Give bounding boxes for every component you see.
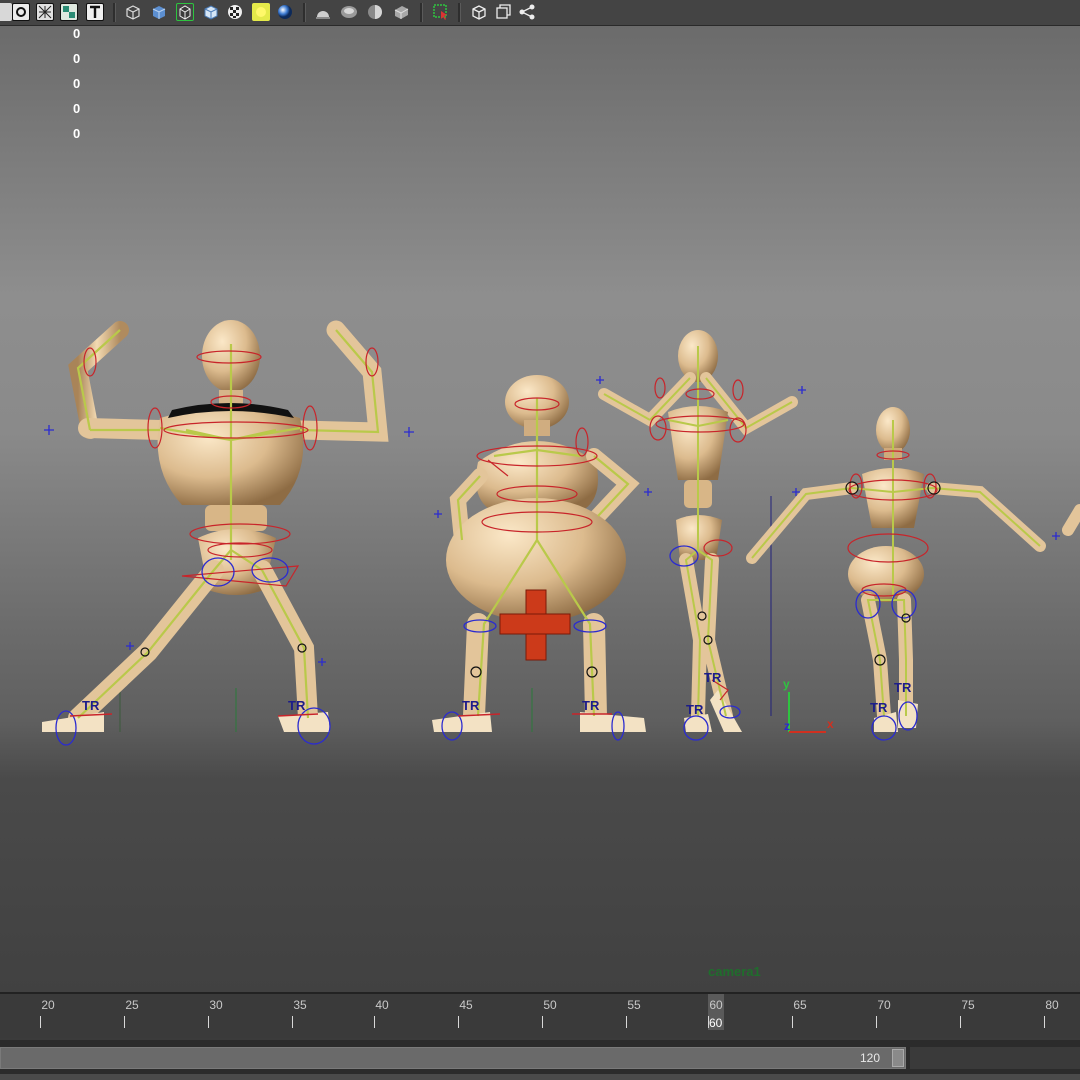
axis-label-y: y xyxy=(783,677,790,691)
range-slider-handle[interactable] xyxy=(892,1049,904,1067)
timeline-tick-label: 70 xyxy=(877,998,891,1012)
cube-shaded-icon[interactable] xyxy=(392,3,410,21)
ik-handle-label: TR xyxy=(582,698,600,713)
timeline-tick xyxy=(458,1016,459,1028)
timeline-tick-label: 25 xyxy=(125,998,139,1012)
timeline-tick xyxy=(960,1016,961,1028)
range-end-frame[interactable]: 120 xyxy=(860,1051,880,1065)
timeline-tick xyxy=(374,1016,375,1028)
ik-handle-label: TR xyxy=(894,680,912,695)
current-frame-value: 60 xyxy=(709,1016,723,1030)
timeline-tick-label: 65 xyxy=(793,998,807,1012)
axis-label-x: x xyxy=(827,717,834,731)
timeline-tick xyxy=(626,1016,627,1028)
ik-handle-label: TR xyxy=(704,670,722,685)
axis-label-z: z xyxy=(784,719,790,733)
timeline-tick-label: 60 xyxy=(709,998,723,1012)
xray-icon[interactable] xyxy=(36,3,54,21)
toolbar-separator xyxy=(303,3,306,22)
muscle-pose-figure[interactable] xyxy=(42,320,414,746)
half-sphere-icon[interactable] xyxy=(366,3,384,21)
toolbar-separator xyxy=(113,3,116,22)
timeline-tick xyxy=(124,1016,125,1028)
frame-icon[interactable] xyxy=(494,3,512,21)
scene-canvas: TR TR TR TR TR TR TR TR y z x xyxy=(42,320,1080,746)
checker-icon[interactable] xyxy=(226,3,244,21)
toolbar-separator xyxy=(420,3,423,22)
timeline-tick-label: 35 xyxy=(293,998,307,1012)
timeline-tick xyxy=(208,1016,209,1028)
ik-handle-label: TR xyxy=(686,702,704,717)
3d-viewport[interactable]: 0 0 0 0 0 TR TR TR TR TR TR TR TR y z x … xyxy=(0,26,1080,992)
smooth-shade-icon[interactable] xyxy=(150,3,168,21)
fat-figure-hands-on-hips[interactable] xyxy=(432,375,652,741)
ik-handle-label: TR xyxy=(82,698,100,713)
viewport-toolbar xyxy=(0,0,1080,26)
range-slider-spacer xyxy=(910,1047,1080,1069)
timeline-tick-label: 80 xyxy=(1045,998,1059,1012)
timeline-tick-label: 75 xyxy=(961,998,975,1012)
camera-label: camera1 xyxy=(708,964,761,979)
timeline-tick-label: 55 xyxy=(627,998,641,1012)
textured-icon[interactable] xyxy=(60,3,78,21)
status-strip xyxy=(0,1074,1080,1080)
toolbar-separator xyxy=(458,3,461,22)
timeline-tick-label: 30 xyxy=(209,998,223,1012)
isolate-select-icon[interactable] xyxy=(432,3,450,21)
share-icon[interactable] xyxy=(518,3,536,21)
wireframe-on-shaded-icon[interactable] xyxy=(176,3,194,21)
axis-gizmo xyxy=(788,692,826,733)
shaded-sphere-icon[interactable] xyxy=(276,3,294,21)
timeline-tick xyxy=(40,1016,41,1028)
range-slider-track[interactable] xyxy=(0,1047,906,1069)
timeline-tick xyxy=(292,1016,293,1028)
timeline-tick xyxy=(1044,1016,1045,1028)
select-mode-icon[interactable] xyxy=(0,3,12,21)
flat-shade-icon[interactable] xyxy=(202,3,220,21)
timeline-tick-label: 40 xyxy=(375,998,389,1012)
timeline-tick xyxy=(792,1016,793,1028)
time-slider[interactable]: 20 25 30 35 40 45 50 55 60 65 70 75 80 6… xyxy=(0,992,1080,1038)
sphere-shaded-icon[interactable] xyxy=(340,3,358,21)
dome-icon[interactable] xyxy=(314,3,332,21)
timeline-tick xyxy=(542,1016,543,1028)
timeline-tick-label: 50 xyxy=(543,998,557,1012)
ik-handle-label: TR xyxy=(288,698,306,713)
default-light-icon[interactable] xyxy=(252,3,270,21)
timeline-tick-label: 20 xyxy=(41,998,55,1012)
range-slider: 120 xyxy=(0,1040,1080,1080)
text-icon[interactable] xyxy=(86,3,104,21)
partial-figure-edge[interactable] xyxy=(1062,504,1080,536)
bounding-box-icon[interactable] xyxy=(124,3,142,21)
ik-handle-label: TR xyxy=(870,700,888,715)
camera-icon[interactable] xyxy=(470,3,488,21)
timeline-tick-label: 45 xyxy=(459,998,473,1012)
timeline-tick xyxy=(876,1016,877,1028)
wireframe-toggle-icon[interactable] xyxy=(12,3,30,21)
ik-handle-label: TR xyxy=(462,698,480,713)
